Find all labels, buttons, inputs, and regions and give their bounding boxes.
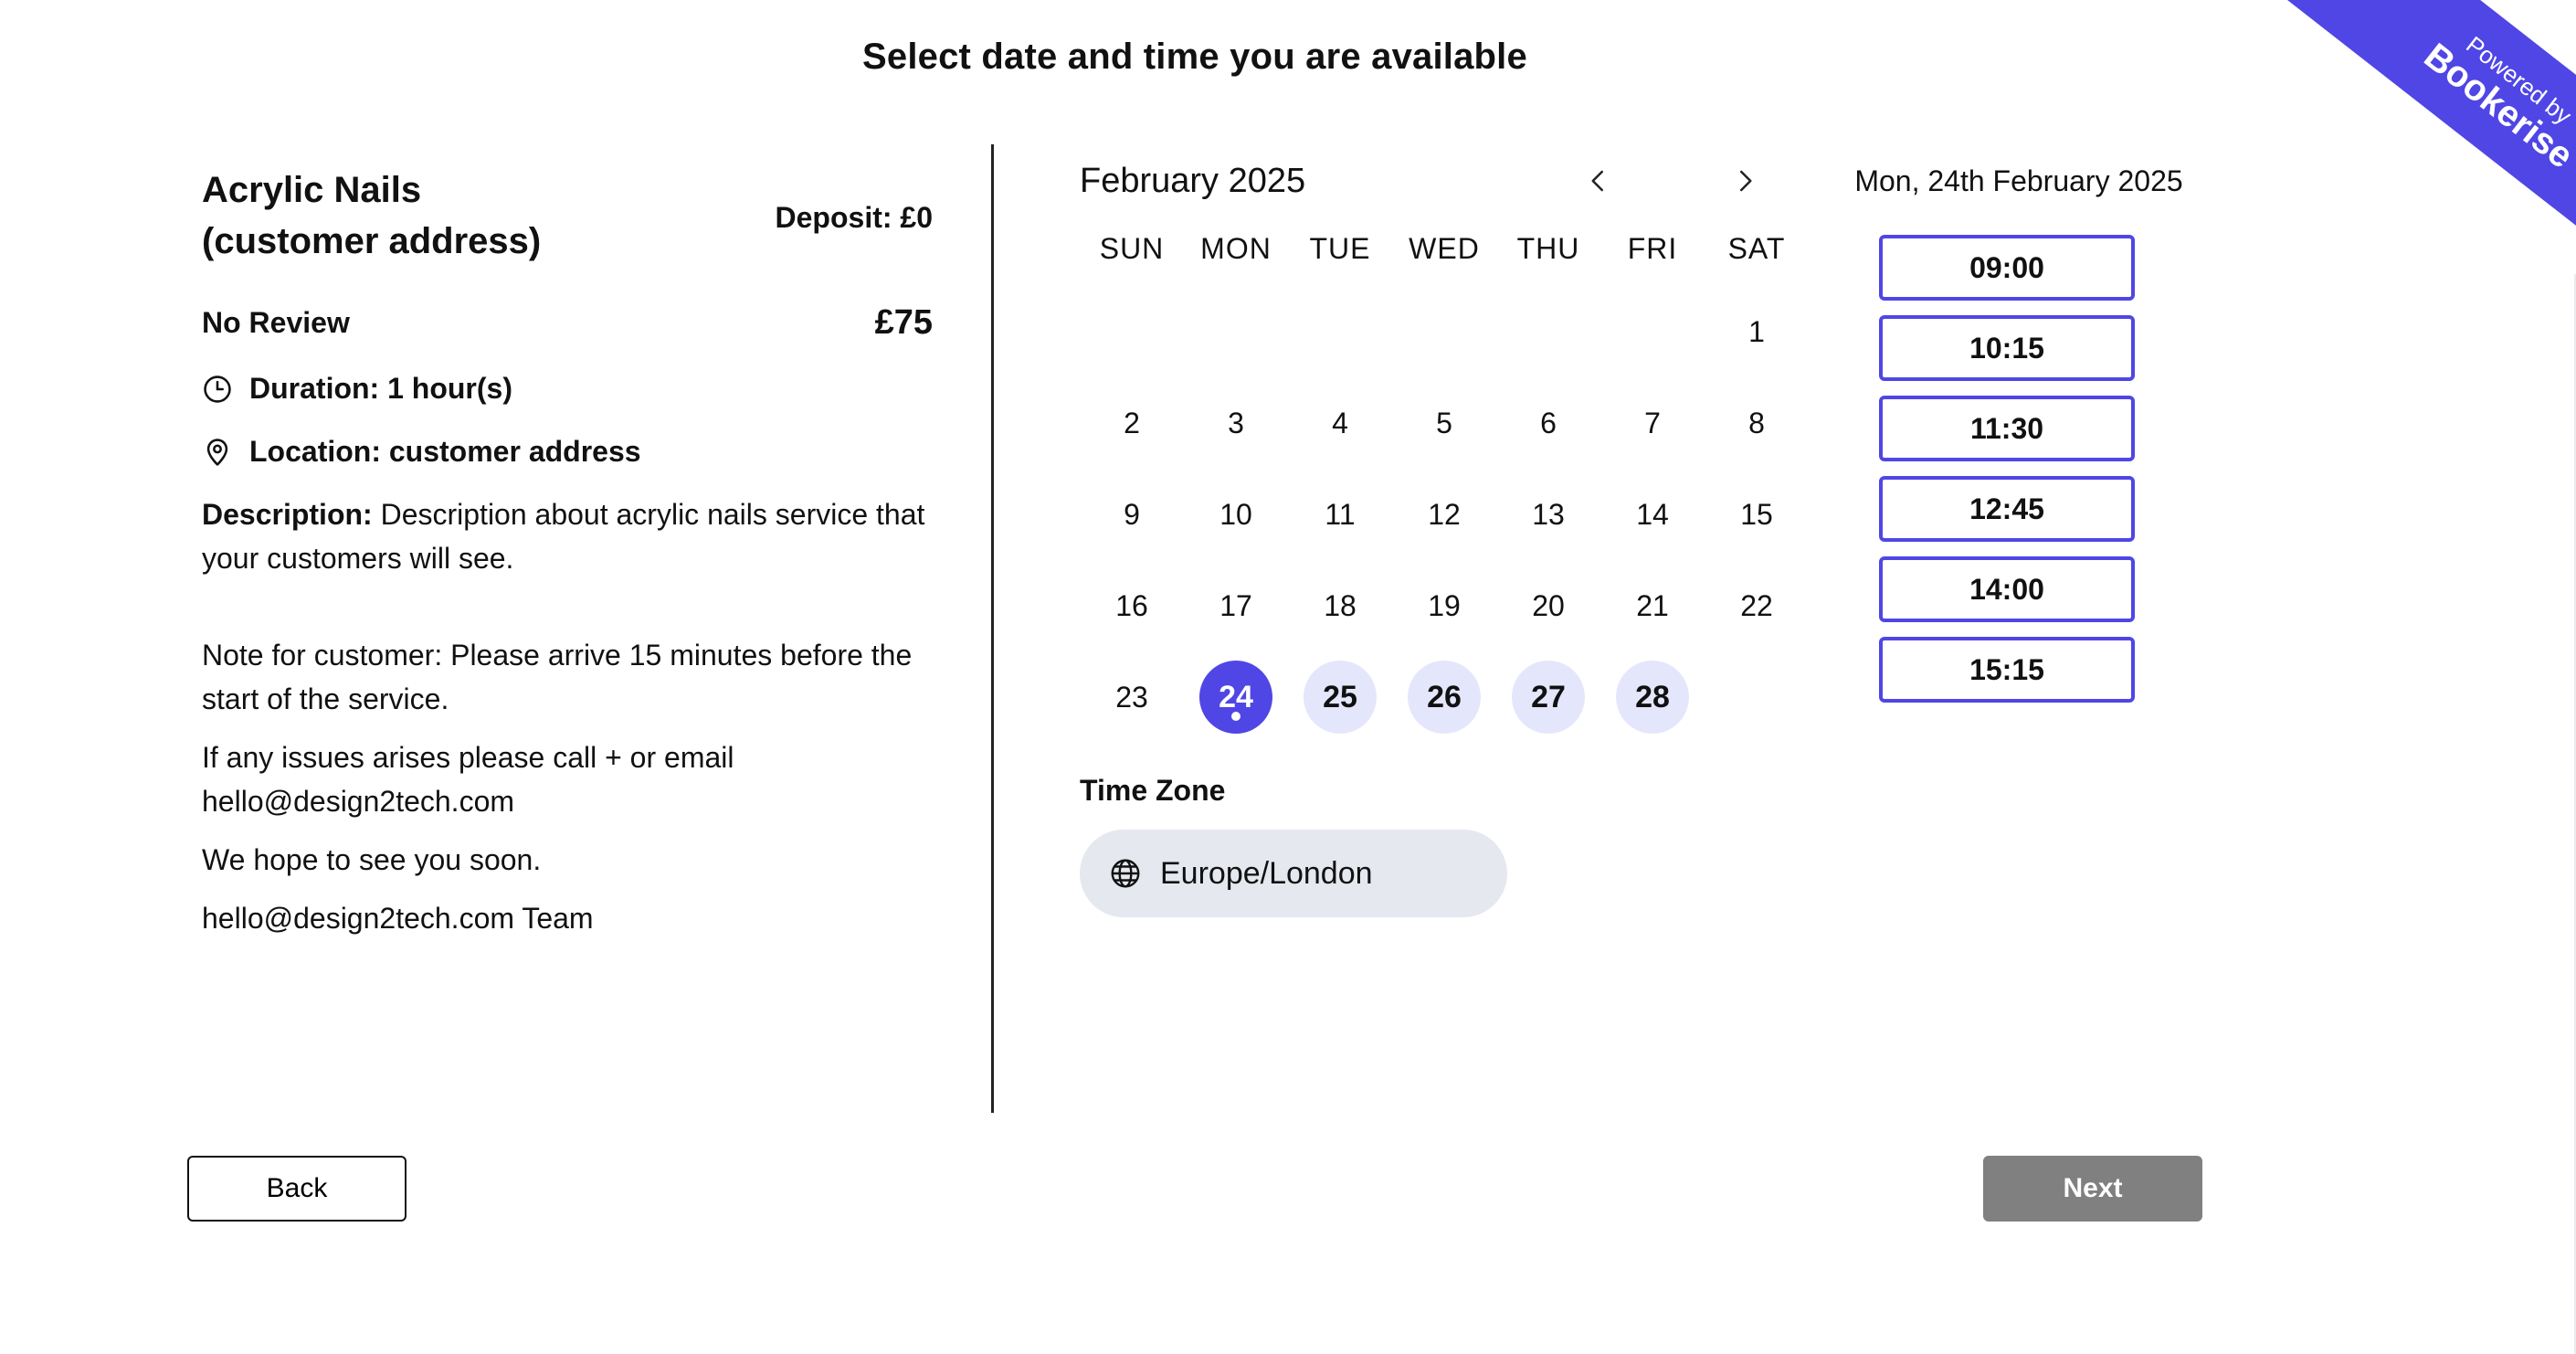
calendar-day: 2: [1124, 406, 1140, 439]
calendar-day: 20: [1532, 588, 1565, 622]
prev-month-button[interactable]: [1573, 155, 1624, 206]
calendar-day: 12: [1428, 497, 1461, 531]
note-line: If any issues arises please call + or em…: [202, 741, 734, 818]
panel-divider: [991, 144, 994, 1113]
time-slot-button[interactable]: 14:00: [1879, 556, 2135, 622]
calendar-day: 13: [1532, 497, 1565, 531]
next-month-button[interactable]: [1719, 155, 1770, 206]
timezone-select[interactable]: Europe/London: [1080, 830, 1507, 917]
calendar-blank: [1600, 286, 1705, 377]
timezone-value: Europe/London: [1160, 855, 1373, 891]
service-description: Description: Description about acrylic n…: [202, 492, 933, 580]
service-details: Acrylic Nails (customer address) Deposit…: [202, 164, 933, 955]
calendar-day: 17: [1219, 588, 1252, 622]
note-line: hello@design2tech.com Team: [202, 902, 594, 935]
chevron-left-icon: [1591, 170, 1603, 192]
clock-icon: [202, 374, 233, 405]
calendar-days: 1 2 3 4 5 6 7 8 9 10 11 12 13 14 15 16 17 18 19 20 21 22 23 24 2…: [1080, 286, 1773, 743]
calendar-day: 23: [1115, 680, 1148, 714]
next-button[interactable]: Next: [1983, 1156, 2202, 1222]
calendar-day: 9: [1124, 497, 1140, 531]
chevron-right-icon: [1740, 170, 1752, 192]
calendar-day[interactable]: 27: [1496, 651, 1600, 743]
weekday-label: MON: [1200, 232, 1272, 265]
page-title: Select date and time you are available: [862, 37, 1527, 77]
calendar-blank: [1392, 286, 1496, 377]
description-label: Description:: [202, 498, 373, 531]
review-label: No Review: [202, 306, 350, 339]
calendar-day: 22: [1740, 588, 1773, 622]
calendar-blank: [1184, 286, 1288, 377]
duration-row: Duration: 1 hour(s): [202, 372, 933, 406]
weekday-label: SAT: [1727, 232, 1786, 265]
calendar-day: 11: [1325, 497, 1356, 531]
calendar-day[interactable]: 28: [1600, 651, 1705, 743]
time-slot-button[interactable]: 11:30: [1879, 396, 2135, 461]
calendar-blank: [1080, 286, 1184, 377]
duration-text: Duration: 1 hour(s): [249, 372, 512, 405]
calendar-day: 14: [1636, 497, 1669, 531]
calendar-day-number: 28: [1616, 661, 1689, 734]
calendar-day: 7: [1644, 406, 1661, 439]
weekday-label: WED: [1409, 232, 1480, 265]
service-name-line1: Acrylic Nails: [202, 170, 422, 210]
weekday-label: TUE: [1309, 232, 1371, 265]
calendar-day-number: 26: [1408, 661, 1481, 734]
calendar-day-number: 25: [1304, 661, 1377, 734]
powered-by-ribbon[interactable]: Powered by Bookerise: [2247, 0, 2576, 274]
service-name-line2: (customer address): [202, 221, 542, 261]
location-row: Location: customer address: [202, 435, 933, 469]
calendar-day: 1: [1748, 314, 1765, 348]
weekday-label: SUN: [1099, 232, 1165, 265]
calendar-day[interactable]: 26: [1392, 651, 1496, 743]
calendar-day: 15: [1740, 497, 1773, 531]
time-slots: Mon, 24th February 2025 09:00 10:15 11:3…: [1827, 164, 2211, 717]
calendar-blank: [1288, 286, 1392, 377]
calendar-day: 16: [1115, 588, 1148, 622]
calendar-day: 5: [1436, 406, 1452, 439]
time-slot-button[interactable]: 12:45: [1879, 476, 2135, 542]
location-pin-icon: [202, 437, 233, 468]
calendar-month: February 2025: [1080, 161, 1306, 200]
calendar-day: 8: [1748, 406, 1765, 439]
weekday-label: FRI: [1627, 232, 1678, 265]
service-price: £75: [874, 303, 933, 342]
calendar-day-number: 27: [1512, 661, 1585, 734]
weekday-header: SUN MON TUE WED THU FRI SAT: [1080, 232, 1785, 266]
timezone-label: Time Zone: [1080, 774, 1226, 807]
note-line: We hope to see you soon.: [202, 843, 542, 876]
calendar: February 2025 SUN MON TUE WED THU FRI SAT 1234…: [1080, 155, 1785, 917]
globe-icon: [1109, 857, 1142, 890]
calendar-day: 10: [1219, 497, 1252, 531]
selected-date: Mon, 24th February 2025: [1854, 164, 2183, 197]
calendar-day: 3: [1228, 406, 1244, 439]
calendar-day-selected[interactable]: 24: [1184, 651, 1288, 743]
calendar-day-number: 24: [1199, 661, 1272, 734]
service-name: Acrylic Nails (customer address): [202, 164, 604, 267]
deposit-label: Deposit: £0: [775, 201, 933, 234]
calendar-day: 18: [1324, 588, 1357, 622]
calendar-blank: [1496, 286, 1600, 377]
time-slot-button[interactable]: 10:15: [1879, 315, 2135, 381]
note-line: Note for customer: Please arrive 15 minu…: [202, 639, 913, 715]
calendar-day: 19: [1428, 588, 1461, 622]
time-slot-button[interactable]: 09:00: [1879, 235, 2135, 301]
calendar-day: 21: [1636, 588, 1669, 622]
back-button[interactable]: Back: [187, 1156, 406, 1222]
customer-note: Note for customer: Please arrive 15 minu…: [202, 633, 933, 940]
time-slot-button[interactable]: 15:15: [1879, 637, 2135, 703]
calendar-day: 4: [1332, 406, 1348, 439]
calendar-day[interactable]: 25: [1288, 651, 1392, 743]
location-text: Location: customer address: [249, 435, 641, 468]
weekday-label: THU: [1516, 232, 1580, 265]
calendar-day: 6: [1540, 406, 1557, 439]
